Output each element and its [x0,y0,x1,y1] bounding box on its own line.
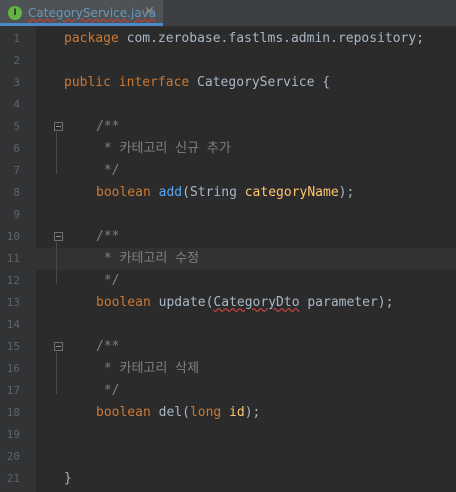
fold-guide [56,352,57,394]
code-line-3: public interface CategoryService { [64,75,331,90]
line-number: 21 [6,472,20,485]
code-line-10: /** [96,229,120,244]
tab-categoryservice[interactable]: I CategoryService.java × [0,0,163,26]
interface-icon: I [8,6,22,20]
code-line-12: */ [96,273,120,288]
line-number: 2 [13,54,20,67]
line-number: 19 [6,428,20,441]
code-line-5: /** [96,119,120,134]
code-line-row: 5 [0,116,456,138]
code-line-15: /** [96,339,120,354]
fold-marker-icon[interactable] [54,342,63,351]
line-number: 3 [13,76,20,89]
line-number: 13 [6,296,20,309]
code-line-11: * 카테고리 수정 [96,251,200,266]
code-line-row: 17 [0,380,456,402]
line-number: 1 [13,32,20,45]
code-line-17: */ [96,383,120,398]
code-line-18: boolean del(long id); [96,405,261,420]
fold-guide [56,132,57,174]
code-line-row: 14 [0,314,456,336]
line-number: 17 [6,384,20,397]
code-line-row: 15 [0,336,456,358]
code-line-row: 7 [0,160,456,182]
line-number: 11 [6,252,20,265]
line-number: 8 [13,186,20,199]
editor-tabbar: I CategoryService.java × [0,0,456,27]
line-number: 12 [6,274,20,287]
fold-marker-icon[interactable] [54,232,63,241]
fold-guide [56,242,57,284]
code-line-row: 2 [0,50,456,72]
code-line-row: 10 [0,226,456,248]
line-number: 10 [6,230,20,243]
line-number: 18 [6,406,20,419]
line-number: 16 [6,362,20,375]
code-line-row: 20 [0,446,456,468]
current-line-highlight: 11 [0,248,456,270]
code-line-7: */ [96,163,120,178]
line-number: 7 [13,164,20,177]
code-line-21: } [64,471,72,486]
close-icon[interactable]: × [144,4,155,19]
line-number: 4 [13,98,20,111]
code-line-row: 12 [0,270,456,292]
code-line-6: * 카테고리 신규 추가 [96,141,231,156]
line-number: 5 [13,120,20,133]
line-number: 6 [13,142,20,155]
line-number: 14 [6,318,20,331]
code-line-row: 9 [0,204,456,226]
line-number: 15 [6,340,20,353]
code-line-13: boolean update(CategoryDto parameter); [96,295,394,310]
code-line-row: 19 [0,424,456,446]
line-number: 20 [6,450,20,463]
tab-label: CategoryService.java [28,6,157,20]
code-line-8: boolean add(String categoryName); [96,185,355,200]
code-line-row: 16 [0,358,456,380]
code-line-1: package com.zerobase.fastlms.admin.repos… [64,31,425,46]
line-number: 9 [13,208,20,221]
code-line-row: 4 [0,94,456,116]
fold-marker-icon[interactable] [54,122,63,131]
code-line-16: * 카테고리 삭제 [96,361,200,376]
